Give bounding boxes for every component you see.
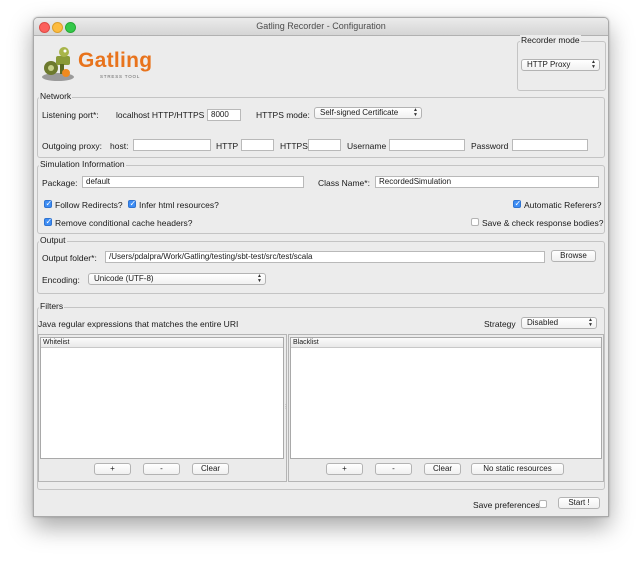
blacklist-clear-button[interactable]: Clear (424, 463, 461, 475)
remove-cache-headers-checkbox[interactable] (44, 217, 52, 226)
proxy-password-field[interactable] (512, 139, 588, 151)
window-title: Gatling Recorder - Configuration (256, 21, 386, 31)
proxy-https-label: HTTPS (280, 141, 308, 151)
https-mode-value: Self-signed Certificate (320, 108, 399, 117)
output-folder-field[interactable]: /Users/pdalpra/Work/Gatling/testing/sbt-… (105, 251, 545, 263)
whitelist-add-button[interactable]: + (94, 463, 131, 475)
select-arrows-icon: ▲ ▼ (591, 59, 596, 70)
config-window: Gatling Recorder - Configuration Gatling… (33, 17, 609, 517)
start-button[interactable]: Start ! (558, 497, 600, 509)
gatling-logo: Gatling STRESS TOOL (40, 44, 160, 84)
save-check-bodies-label: Save & check response bodies? (482, 218, 604, 228)
blacklist-header[interactable]: Blacklist (291, 338, 601, 348)
class-name-label: Class Name*: (318, 178, 370, 188)
class-name-field[interactable]: RecordedSimulation (375, 176, 599, 188)
gatling-mascot-icon (42, 47, 74, 81)
save-preferences-checkbox[interactable] (539, 500, 547, 508)
https-mode-label: HTTPS mode: (256, 110, 310, 120)
logo-tagline: STRESS TOOL (100, 74, 141, 79)
select-arrows-icon: ▲ ▼ (413, 107, 418, 118)
encoding-label: Encoding: (42, 275, 80, 285)
automatic-referers-checkbox[interactable] (513, 199, 521, 208)
blacklist-add-button[interactable]: + (326, 463, 363, 475)
save-preferences-label: Save preferences (473, 500, 540, 510)
title-bar: Gatling Recorder - Configuration (34, 18, 608, 36)
outgoing-proxy-label: Outgoing proxy: (42, 141, 103, 151)
select-arrows-icon: ▲ ▼ (588, 317, 593, 328)
package-field[interactable]: default (82, 176, 304, 188)
proxy-host-field[interactable] (133, 139, 211, 151)
save-check-bodies-checkbox[interactable] (471, 218, 479, 226)
proxy-http-label: HTTP (216, 141, 239, 151)
filters-label: Filters (39, 301, 65, 311)
whitelist-table[interactable]: Whitelist (40, 337, 284, 459)
proxy-http-port-field[interactable] (241, 139, 274, 151)
simulation-label: Simulation Information (39, 159, 126, 169)
follow-redirects-checkbox[interactable] (44, 199, 52, 208)
proxy-username-field[interactable] (389, 139, 465, 151)
no-static-resources-button[interactable]: No static resources (471, 463, 564, 475)
infer-html-checkbox[interactable] (128, 199, 136, 208)
infer-html-label: Infer html resources? (139, 200, 219, 210)
follow-redirects-label: Follow Redirects? (55, 200, 123, 210)
filters-description: Java regular expressions that matches th… (38, 319, 239, 329)
strategy-select[interactable]: Disabled ▲ ▼ (521, 317, 597, 329)
package-label: Package: (42, 178, 78, 188)
recorder-mode-label: Recorder mode (520, 35, 581, 45)
listening-port-field[interactable]: 8000 (207, 109, 241, 121)
remove-cache-headers-label: Remove conditional cache headers? (55, 218, 193, 228)
whitelist-header[interactable]: Whitelist (41, 338, 283, 348)
localhost-label: localhost HTTP/HTTPS (116, 110, 205, 120)
listening-port-label: Listening port*: (42, 110, 99, 120)
proxy-host-label: host: (110, 141, 129, 151)
recorder-mode-value: HTTP Proxy (527, 60, 571, 69)
recorder-mode-select[interactable]: HTTP Proxy ▲ ▼ (521, 59, 600, 71)
output-label: Output (39, 235, 67, 245)
proxy-username-label: Username (347, 141, 387, 151)
blacklist-remove-button[interactable]: - (375, 463, 412, 475)
output-folder-label: Output folder*: (42, 253, 97, 263)
proxy-https-port-field[interactable] (308, 139, 341, 151)
output-group (37, 241, 605, 294)
blacklist-table[interactable]: Blacklist (290, 337, 602, 459)
network-label: Network (39, 91, 73, 101)
logo-wordmark: Gatling (78, 49, 153, 72)
https-mode-select[interactable]: Self-signed Certificate ▲ ▼ (314, 107, 422, 119)
strategy-value: Disabled (527, 318, 559, 327)
encoding-select[interactable]: Unicode (UTF-8) ▲ ▼ (88, 273, 266, 285)
proxy-password-label: Password (471, 141, 509, 151)
encoding-value: Unicode (UTF-8) (94, 274, 154, 283)
browse-button[interactable]: Browse (551, 250, 596, 262)
strategy-label: Strategy (484, 319, 516, 329)
select-arrows-icon: ▲ ▼ (257, 273, 262, 284)
automatic-referers-label: Automatic Referers? (524, 200, 602, 210)
whitelist-clear-button[interactable]: Clear (192, 463, 229, 475)
whitelist-remove-button[interactable]: - (143, 463, 180, 475)
